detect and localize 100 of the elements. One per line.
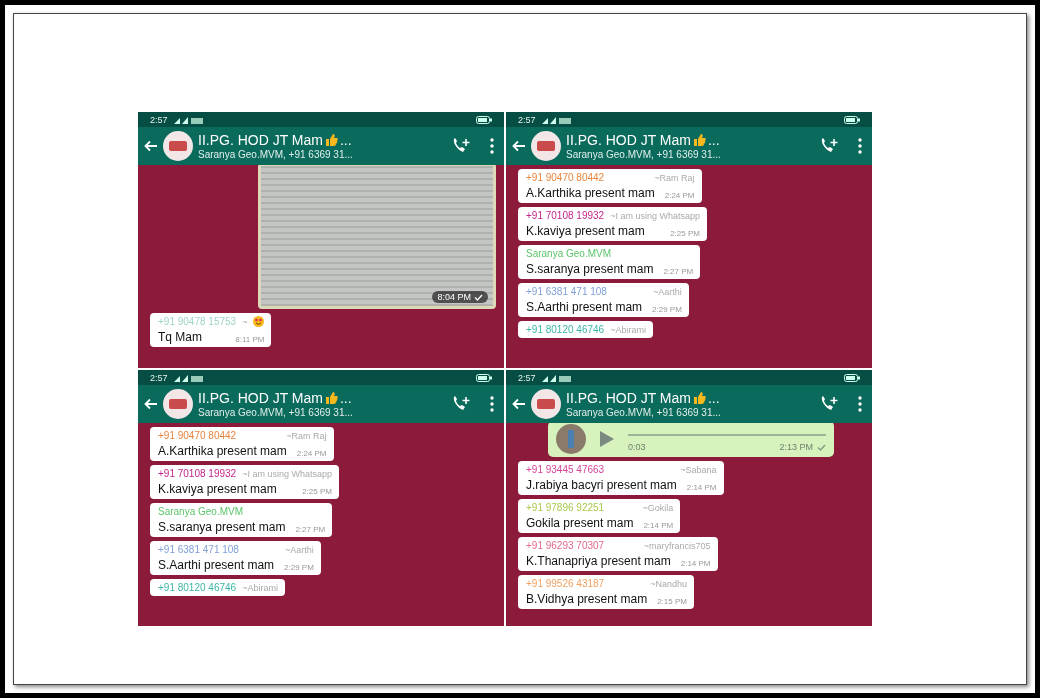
title-ellipsis: ... bbox=[708, 390, 720, 406]
message-text: S.Aarthi present mam bbox=[526, 300, 643, 314]
message-bubble[interactable]: +91 6381 471 108 ~Aarthi S.Aarthi present mam 2:29 PM bbox=[518, 283, 689, 317]
group-avatar[interactable] bbox=[163, 389, 193, 419]
back-icon[interactable] bbox=[512, 140, 526, 152]
sender-number: +91 6381 471 108 bbox=[526, 286, 607, 297]
message-bubble[interactable]: Saranya Geo.MVM S.saranya present mam 2:27 PM bbox=[150, 503, 333, 537]
sender-name: ~Aarthi bbox=[653, 286, 682, 297]
message-time: 2:15 PM bbox=[657, 597, 687, 606]
message-text: K.kaviya present mam bbox=[526, 224, 645, 238]
sender-name: ~I am using Whatsapp bbox=[610, 210, 700, 221]
status-time: 2:57 bbox=[150, 114, 168, 125]
message-bubble[interactable]: +91 90478 15753 ~ Tq Mam 8:11 PM bbox=[150, 313, 272, 347]
sender-number: +91 6381 471 108 bbox=[158, 544, 239, 555]
message-bubble[interactable]: +91 97896 92251 ~Gokila Gokila present mam 2:14 PM bbox=[518, 499, 681, 533]
menu-icon[interactable] bbox=[858, 396, 862, 412]
message-time: 2:27 PM bbox=[663, 267, 694, 276]
message-bubble[interactable]: +91 90470 80442 ~Ram Raj A.Karthika present mam 2:24 PM bbox=[518, 169, 702, 203]
battery-icon bbox=[844, 373, 860, 382]
sender-number: +91 90478 15753 bbox=[158, 316, 237, 327]
title-ellipsis: ... bbox=[340, 132, 352, 148]
add-call-icon[interactable] bbox=[819, 137, 839, 155]
group-title[interactable]: II.PG. HOD JT Mam bbox=[566, 132, 691, 148]
sender-avatar bbox=[556, 424, 586, 454]
message-time: 8:04 PM bbox=[437, 292, 471, 302]
message-bubble[interactable]: +91 90470 80442 ~Ram Raj A.Karthika present mam 2:24 PM bbox=[150, 427, 334, 461]
add-call-icon[interactable] bbox=[451, 395, 471, 413]
message-text: A.Karthika present mam bbox=[526, 186, 655, 200]
group-avatar[interactable] bbox=[531, 389, 561, 419]
sender-name: ~Ram Raj bbox=[286, 430, 327, 441]
message-time: 2:27 PM bbox=[295, 525, 326, 534]
add-call-icon[interactable] bbox=[451, 137, 471, 155]
title-ellipsis: ... bbox=[708, 132, 720, 148]
message-time: 2:13 PM bbox=[779, 442, 813, 452]
signal-icon bbox=[173, 373, 204, 382]
message-text: S.saranya present mam bbox=[158, 520, 286, 534]
message-text: Tq Mam bbox=[158, 330, 202, 344]
sender-number: +91 90470 80442 bbox=[158, 430, 237, 441]
message-text: K.kaviya present mam bbox=[158, 482, 277, 496]
group-title[interactable]: II.PG. HOD JT Mam bbox=[566, 390, 691, 406]
message-time: 2:25 PM bbox=[670, 229, 700, 238]
message-time: 2:14 PM bbox=[680, 559, 711, 568]
sender-number: +91 90470 80442 bbox=[526, 172, 605, 183]
status-time: 2:57 bbox=[150, 372, 168, 383]
message-time: 2:29 PM bbox=[652, 305, 682, 314]
sender-name: ~maryfrancis705 bbox=[643, 540, 711, 551]
group-title[interactable]: II.PG. HOD JT Mam bbox=[198, 390, 323, 406]
message-bubble[interactable]: Saranya Geo.MVM S.saranya present mam 2:27 PM bbox=[518, 245, 701, 279]
voice-message[interactable]: 0:03 2:13 PM bbox=[548, 423, 834, 457]
sender-number: +91 80120 46746 bbox=[526, 324, 605, 335]
add-call-icon[interactable] bbox=[819, 395, 839, 413]
back-icon[interactable] bbox=[144, 398, 158, 410]
status-time: 2:57 bbox=[518, 372, 536, 383]
message-text: S.Aarthi present mam bbox=[158, 558, 275, 572]
message-time: 2:14 PM bbox=[643, 521, 674, 530]
message-bubble[interactable]: +91 6381 471 108 ~Aarthi S.Aarthi present mam 2:29 PM bbox=[150, 541, 321, 575]
sender-name: ~Aarthi bbox=[285, 544, 314, 555]
menu-icon[interactable] bbox=[490, 396, 494, 412]
message-bubble[interactable]: +91 99526 43187 ~Nandhu B.Vidhya present mam 2:15 PM bbox=[518, 575, 694, 609]
group-avatar[interactable] bbox=[163, 131, 193, 161]
sender-number: +91 96293 70307 bbox=[526, 540, 605, 551]
sender-name: ~Gokila bbox=[642, 502, 674, 513]
battery-icon bbox=[476, 115, 492, 124]
message-bubble[interactable]: +91 70108 19932 ~I am using Whatsapp K.kaviya present mam 2:25 PM bbox=[150, 465, 339, 499]
status-time: 2:57 bbox=[518, 114, 536, 125]
menu-icon[interactable] bbox=[490, 138, 494, 154]
sender-name: ~I am using Whatsapp bbox=[242, 468, 332, 479]
sender-number: +91 99526 43187 bbox=[526, 578, 605, 589]
menu-icon[interactable] bbox=[858, 138, 862, 154]
sender-number: +91 93445 47663 bbox=[526, 464, 605, 475]
sender-name: ~Sabana bbox=[680, 464, 717, 475]
sender-name: ~Nandhu bbox=[650, 578, 687, 589]
sender-name: ~Abirami bbox=[242, 582, 278, 593]
message-bubble[interactable]: +91 70108 19932 ~I am using Whatsapp K.kaviya present mam 2:25 PM bbox=[518, 207, 707, 241]
back-icon[interactable] bbox=[512, 398, 526, 410]
sender-number: +91 70108 19932 bbox=[526, 210, 605, 221]
thumbs-up-icon bbox=[325, 392, 338, 404]
title-ellipsis: ... bbox=[340, 390, 352, 406]
group-members: Saranya Geo.MVM, +91 6369 31... bbox=[198, 407, 354, 418]
message-text: J.rabiya bacyri present mam bbox=[526, 478, 677, 492]
message-text: B.Vidhya present mam bbox=[526, 592, 648, 606]
message-time: 8:11 PM bbox=[235, 335, 265, 344]
group-members: Saranya Geo.MVM, +91 6369 31... bbox=[198, 149, 354, 160]
message-time: 2:25 PM bbox=[302, 487, 332, 496]
signal-icon bbox=[541, 115, 572, 124]
message-bubble[interactable]: +91 96293 70307 ~maryfrancis705 K.Thanapriya present mam 2:14 PM bbox=[518, 537, 718, 571]
sender-name: ~ bbox=[242, 316, 248, 327]
message-text: Gokila present mam bbox=[526, 516, 634, 530]
thumbs-up-icon bbox=[693, 392, 706, 404]
group-avatar[interactable] bbox=[531, 131, 561, 161]
message-bubble[interactable]: +91 93445 47663 ~Sabana J.rabiya bacyri present mam 2:14 PM bbox=[518, 461, 724, 495]
document-image-message[interactable]: 8:04 PM bbox=[258, 165, 496, 309]
back-icon[interactable] bbox=[144, 140, 158, 152]
group-members: Saranya Geo.MVM, +91 6369 31... bbox=[566, 149, 722, 160]
message-text: S.saranya present mam bbox=[526, 262, 654, 276]
thumbs-up-icon bbox=[693, 134, 706, 146]
sender-name: ~Ram Raj bbox=[654, 172, 695, 183]
play-icon[interactable] bbox=[600, 431, 614, 447]
sender-number: Saranya Geo.MVM bbox=[526, 248, 612, 259]
group-title[interactable]: II.PG. HOD JT Mam bbox=[198, 132, 323, 148]
